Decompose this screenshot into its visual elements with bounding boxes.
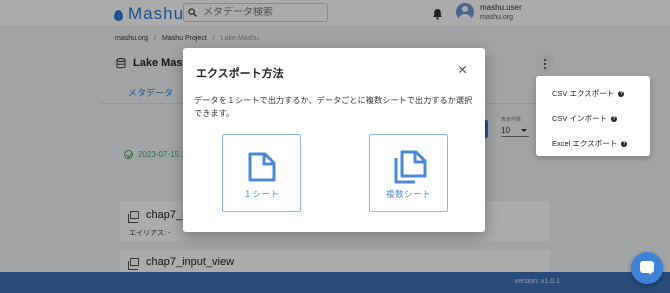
export-menu: CSV エクスポート ? CSV インポート ? Excel エクスポート ? — [536, 76, 650, 156]
option-label: 複数シート — [385, 189, 431, 199]
dialog-description: データを１シートで出力するか、データごとに複数シートで出力するか選択できます。 — [194, 96, 473, 118]
help-icon[interactable]: ? — [611, 115, 618, 122]
menu-item-csv-export[interactable]: CSV エクスポート ? — [552, 88, 625, 99]
export-method-dialog: エクスポート方法 データを１シートで出力するか、データごとに複数シートで出力する… — [183, 48, 485, 232]
menu-item-csv-import[interactable]: CSV インポート ? — [552, 113, 618, 124]
help-icon[interactable]: ? — [618, 90, 625, 97]
menu-item-label: Excel エクスポート — [552, 139, 618, 148]
multiple-documents-icon — [394, 150, 427, 184]
menu-item-excel-export[interactable]: Excel エクスポート ? — [552, 138, 628, 149]
single-document-icon — [248, 152, 276, 182]
single-sheet-option[interactable]: １シート — [222, 134, 301, 212]
menu-item-label: CSV エクスポート — [552, 89, 615, 98]
close-icon[interactable] — [458, 65, 468, 75]
multiple-sheets-option[interactable]: 複数シート — [369, 134, 448, 212]
option-label: １シート — [243, 189, 280, 199]
menu-item-label: CSV インポート — [552, 114, 608, 123]
help-icon[interactable]: ? — [621, 140, 628, 147]
dialog-title: エクスポート方法 — [196, 68, 284, 80]
chat-button[interactable] — [631, 252, 663, 284]
